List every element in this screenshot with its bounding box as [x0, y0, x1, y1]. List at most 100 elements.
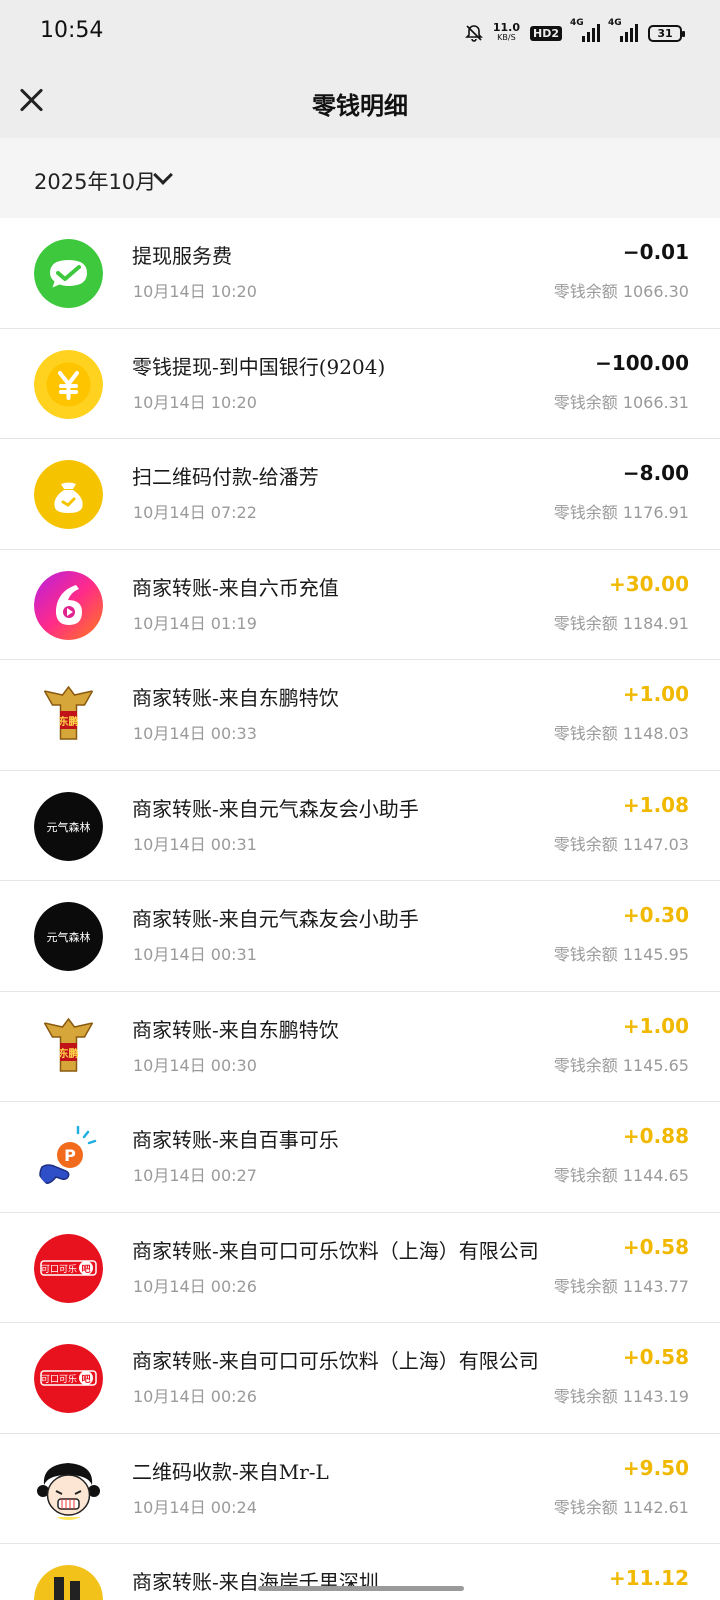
- transaction-title: 零钱提现-到中国银行(9204): [132, 354, 386, 379]
- transaction-title: 二维码收款-来自Mr-L: [132, 1459, 329, 1484]
- home-indicator[interactable]: [258, 1586, 464, 1591]
- transaction-title: 商家转账-来自可口可乐饮料（上海）有限公司: [132, 1238, 539, 1263]
- status-time: 10:54: [40, 18, 104, 43]
- transaction-title: 商家转账-来自东鹏特饮: [132, 1017, 339, 1042]
- transaction-title: 商家转账-来自东鹏特饮: [132, 686, 339, 710]
- bell-muted-icon: [464, 25, 483, 42]
- transaction-row[interactable]: 提现服务费 10月14日 10:20 −0.01 零钱余额 1066.30: [0, 218, 720, 329]
- transaction-amount: +1.00: [622, 682, 689, 706]
- transaction-row[interactable]: 二维码收款-来自Mr-L 10月14日 00:24 +9.50 零钱余额 1142.6…: [0, 1433, 720, 1544]
- transaction-balance: 零钱余额 1144.65: [553, 1166, 689, 1185]
- transaction-amount: +0.58: [622, 1234, 689, 1259]
- transaction-time: 10月14日 10:20: [133, 392, 257, 412]
- speed-unit: KB/S: [497, 33, 516, 42]
- transaction-amount: −0.01: [622, 240, 689, 264]
- coca-cola-logo-icon: 可口可乐 吧: [34, 1344, 103, 1413]
- transaction-row[interactable]: 商家转账-来自海岸千里深圳 +11.12: [0, 1544, 720, 1600]
- transaction-balance: 零钱余额 1184.91: [553, 613, 689, 633]
- transaction-balance: 零钱余额 1147.03: [553, 834, 689, 854]
- nav-bar: 零钱明细: [0, 62, 720, 138]
- transaction-row[interactable]: 扫二维码付款-给潘芳 10月14日 07:22 −8.00 零钱余额 1176.91: [0, 439, 720, 550]
- transaction-row[interactable]: 可口可乐 吧 商家转账-来自可口可乐饮料（上海）有限公司 10月14日 00:26…: [0, 1323, 720, 1434]
- transaction-row[interactable]: 商家转账-来自六币充值 10月14日 01:19 +30.00 零钱余额 1184.9…: [0, 549, 720, 660]
- transaction-amount: +1.00: [622, 1013, 689, 1038]
- transaction-row[interactable]: 零钱提现-到中国银行(9204) 10月14日 10:20 −100.00 零钱余额 …: [0, 328, 720, 439]
- cartoon-avatar-icon: [34, 1454, 103, 1524]
- transaction-amount: +0.58: [622, 1345, 689, 1369]
- speed-value: 11.0: [492, 21, 520, 34]
- network-speed: 11.0 KB/S: [492, 21, 520, 43]
- status-bar: 10:54 11.0 KB/S HD2 4G 4G 31: [0, 0, 720, 62]
- genki-logo-text: 元气森林: [47, 930, 91, 944]
- transaction-balance: 零钱余额 1143.77: [553, 1276, 689, 1296]
- transaction-title: 商家转账-来自元气森友会小助手: [132, 796, 419, 821]
- genki-logo-text: 元气森林: [47, 820, 91, 834]
- transaction-time: 10月14日 00:31: [133, 945, 257, 964]
- month-label[interactable]: 2025年10月: [34, 166, 156, 196]
- dongpeng-logo-icon: 东鹏: [34, 681, 103, 750]
- transaction-time: 10月14日 07:22: [133, 503, 257, 522]
- battery-icon: 31: [648, 24, 685, 42]
- transaction-amount: +30.00: [608, 571, 689, 596]
- transaction-balance: 零钱余额 1143.19: [553, 1387, 689, 1406]
- coca-logo-suffix: 吧: [81, 1264, 90, 1275]
- transaction-time: 10月14日 00:31: [133, 834, 257, 854]
- transaction-balance: 零钱余额 1145.95: [553, 945, 689, 964]
- pepsi-logo-text: P: [64, 1146, 76, 1165]
- dongpeng-logo-text: 东鹏: [59, 715, 79, 728]
- status-icons: 11.0 KB/S HD2 4G 4G 31: [464, 18, 685, 46]
- transaction-balance: 零钱余额 1148.03: [553, 724, 689, 743]
- coca-logo-text: 可口可乐: [41, 1373, 77, 1385]
- transaction-amount: +0.88: [622, 1124, 689, 1148]
- liubi-logo-icon: [34, 570, 103, 640]
- signal-1-label: 4G: [570, 18, 584, 28]
- coca-logo-suffix: 吧: [81, 1374, 90, 1385]
- transaction-title: 商家转账-来自元气森友会小助手: [132, 907, 419, 931]
- signal-2-icon: 4G: [608, 18, 638, 42]
- transaction-row[interactable]: 可口可乐 吧 商家转账-来自可口可乐饮料（上海）有限公司 10月14日 00:26…: [0, 1212, 720, 1323]
- transaction-time: 10月14日 00:26: [133, 1276, 257, 1296]
- transaction-title: 商家转账-来自可口可乐饮料（上海）有限公司: [132, 1349, 539, 1373]
- transaction-balance: 零钱余额 1142.61: [553, 1497, 689, 1517]
- transaction-list: 提现服务费 10月14日 10:20 −0.01 零钱余额 1066.30 零钱提现-…: [0, 218, 720, 1600]
- coastline-logo-icon: [34, 1565, 103, 1600]
- transaction-time: 10月14日 00:27: [133, 1166, 257, 1185]
- transaction-title: 提现服务费: [132, 244, 232, 268]
- transaction-balance: 零钱余额 1176.91: [553, 503, 689, 522]
- transaction-amount: +9.50: [622, 1455, 689, 1480]
- transaction-amount: +1.08: [622, 792, 689, 817]
- transaction-balance: 零钱余额 1066.30: [553, 282, 689, 301]
- transaction-balance: 零钱余额 1066.31: [553, 392, 689, 412]
- transaction-amount: +11.12: [608, 1566, 689, 1590]
- transaction-title: 商家转账-来自百事可乐: [132, 1128, 339, 1152]
- money-bag-icon: [34, 460, 103, 529]
- transaction-time: 10月14日 01:19: [133, 613, 257, 633]
- transaction-time: 10月14日 00:26: [133, 1387, 257, 1406]
- page-title: 零钱明细: [312, 92, 408, 120]
- hd-voice-icon: HD2: [530, 25, 562, 41]
- coca-cola-logo-icon: 可口可乐 吧: [34, 1233, 103, 1303]
- transaction-title: 扫二维码付款-给潘芳: [132, 465, 319, 489]
- transaction-amount: −100.00: [595, 350, 689, 375]
- transaction-row[interactable]: 东鹏 商家转账-来自东鹏特饮 10月14日 00:30 +1.00 零钱余额 1145…: [0, 991, 720, 1102]
- transaction-row[interactable]: 元气森林 商家转账-来自元气森友会小助手 10月14日 00:31 +1.08 零钱余…: [0, 770, 720, 881]
- dongpeng-logo-text: 东鹏: [59, 1047, 79, 1060]
- transaction-row[interactable]: P 商家转账-来自百事可乐 10月14日 00:27 +0.88 零钱余额 1144.…: [0, 1102, 720, 1213]
- yuan-coin-icon: [34, 349, 103, 419]
- transaction-time: 10月14日 00:33: [133, 724, 257, 743]
- pepsi-hand-icon: P: [34, 1123, 103, 1192]
- wechat-pay-icon: [34, 239, 103, 308]
- transaction-time: 10月14日 10:20: [133, 282, 257, 301]
- transaction-row[interactable]: 元气森林 商家转账-来自元气森友会小助手 10月14日 00:31 +0.30 零钱余…: [0, 881, 720, 992]
- month-filter[interactable]: 2025年10月: [0, 138, 720, 218]
- signal-2-label: 4G: [608, 18, 622, 28]
- genki-forest-logo-icon: 元气森林: [34, 791, 103, 861]
- transaction-amount: +0.30: [622, 903, 689, 927]
- transaction-amount: −8.00: [622, 461, 689, 485]
- transaction-row[interactable]: 东鹏 商家转账-来自东鹏特饮 10月14日 00:33 +1.00 零钱余额 1148…: [0, 660, 720, 771]
- transaction-time: 10月14日 00:30: [133, 1055, 257, 1075]
- transaction-title: 商家转账-来自六币充值: [132, 575, 339, 600]
- coca-logo-text: 可口可乐: [41, 1263, 77, 1275]
- signal-1-icon: 4G: [570, 18, 600, 42]
- transaction-balance: 零钱余额 1145.65: [553, 1055, 689, 1075]
